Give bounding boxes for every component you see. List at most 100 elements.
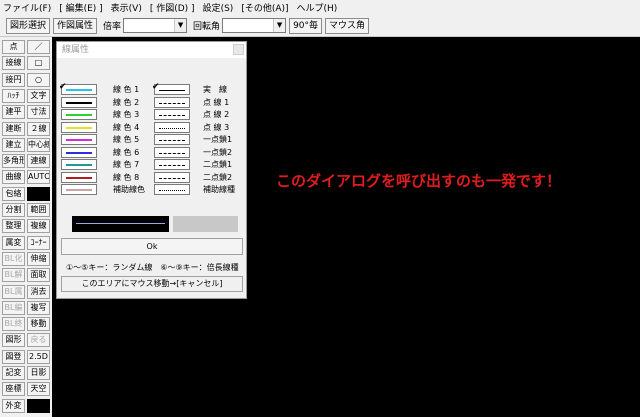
- line-color-label: 線 色 8: [113, 172, 140, 182]
- line-type-swatch[interactable]: [154, 109, 190, 120]
- tool-button[interactable]: 建断: [2, 121, 25, 136]
- line-type-label: 補助線種: [203, 185, 235, 194]
- tool-button[interactable]: 建立: [2, 137, 25, 152]
- tool-button[interactable]: 連線: [27, 154, 50, 169]
- tool-button[interactable]: 文字: [27, 88, 50, 103]
- tool-button[interactable]: [27, 398, 50, 413]
- tool-button[interactable]: 多角形: [2, 154, 25, 169]
- tool-button[interactable]: 図登: [2, 349, 25, 364]
- tool-button[interactable]: ○: [27, 72, 50, 87]
- line-sample: [159, 152, 185, 154]
- line-color-swatch[interactable]: [61, 121, 97, 133]
- tool-button[interactable]: 接円: [2, 72, 25, 87]
- line-type-swatch[interactable]: [154, 146, 190, 158]
- tool-button[interactable]: 整理: [2, 219, 25, 234]
- draw-attribute-button[interactable]: 作図属性: [53, 17, 98, 34]
- tool-button[interactable]: 伸縮: [27, 251, 50, 266]
- tool-button[interactable]: 点: [2, 40, 25, 54]
- menu-file[interactable]: ファイル(F): [3, 1, 51, 14]
- line-type-swatch[interactable]: [154, 171, 190, 183]
- line-color-swatch[interactable]: [61, 109, 97, 120]
- line-color-swatch[interactable]: [61, 184, 97, 195]
- menu-settings[interactable]: 設定(S): [203, 1, 234, 14]
- line-preview-aux: [173, 216, 238, 232]
- tool-button[interactable]: 天空: [27, 382, 50, 397]
- menu-view[interactable]: 表示(V): [111, 1, 142, 14]
- scale-select[interactable]: ▼: [123, 18, 188, 33]
- line-type-label: 一点鎖1: [203, 135, 233, 144]
- line-color-swatch[interactable]: ✔: [59, 82, 97, 95]
- attribute-row: 線 色 2 点 線 1: [57, 96, 248, 108]
- tool-button[interactable]: 接線: [2, 56, 25, 71]
- line-color-swatch[interactable]: [61, 171, 97, 183]
- tool-button[interactable]: 消去: [27, 284, 50, 299]
- tool-button[interactable]: BL解: [2, 268, 25, 283]
- tool-button[interactable]: 中心線: [27, 137, 50, 152]
- menu-edit[interactable]: [ 編集(E) ]: [59, 1, 102, 14]
- tool-button[interactable]: ﾊｯﾁ: [2, 88, 25, 103]
- line-type-swatch[interactable]: ✔: [152, 82, 190, 95]
- tool-button[interactable]: 複線: [27, 219, 50, 234]
- left-tool-panel: 点／接線 □ 接円 ○ ﾊｯﾁ 文字 建平 寸法 建断 ２線 建立 中心線 多角形 連線 曲線 AUTO 包絡分…: [0, 37, 52, 417]
- line-type-label: 点 線 2: [203, 110, 230, 119]
- menu-draw[interactable]: [ 作図(D) ]: [150, 1, 195, 14]
- tool-button[interactable]: 外変: [2, 398, 25, 413]
- tool-button[interactable]: 曲線: [2, 170, 25, 185]
- tool-button[interactable]: 図形: [2, 333, 25, 348]
- mouse-angle-button[interactable]: マウス角: [325, 17, 370, 34]
- line-color-label: 線 色 2: [113, 97, 140, 107]
- rotation-label: 回転角: [193, 22, 221, 32]
- tool-button[interactable]: 日影: [27, 366, 50, 380]
- tool-button[interactable]: AUTO: [27, 170, 50, 185]
- line-sample: [159, 127, 185, 129]
- tool-button[interactable]: BL終: [2, 317, 25, 332]
- menu-help[interactable]: ヘルプ(H): [297, 1, 338, 14]
- rotation-select[interactable]: ▼: [222, 18, 287, 33]
- line-type-swatch[interactable]: [154, 184, 190, 195]
- tool-button[interactable]: 寸法: [27, 105, 50, 120]
- tool-button[interactable]: 2.5D: [27, 349, 50, 364]
- line-type-swatch[interactable]: [154, 159, 190, 170]
- tool-button[interactable]: 属変: [2, 235, 25, 250]
- tool-button[interactable]: 座標: [2, 382, 25, 397]
- tool-button[interactable]: □: [27, 56, 50, 71]
- tool-button[interactable]: 面取: [27, 268, 50, 283]
- tool-button[interactable]: 記変: [2, 366, 25, 380]
- tool-button[interactable]: BL属: [2, 284, 25, 299]
- tool-button[interactable]: 複写: [27, 300, 50, 315]
- color-bar: [66, 164, 92, 166]
- shape-select-button[interactable]: 図形選択: [6, 17, 51, 34]
- rotate-90-button[interactable]: 90°毎: [289, 17, 323, 34]
- tool-button[interactable]: 移動: [27, 317, 50, 332]
- tool-button[interactable]: 分割: [2, 203, 25, 217]
- cancel-area[interactable]: このエリアにマウス移動→[キャンセル]: [61, 276, 243, 292]
- line-sample: [159, 165, 185, 166]
- line-color-label: 線 色 4: [113, 122, 140, 132]
- line-color-swatch[interactable]: [61, 146, 97, 158]
- tool-button[interactable]: [27, 186, 50, 201]
- tool-button[interactable]: 建平: [2, 105, 25, 120]
- tool-button[interactable]: ｺｰﾅｰ: [27, 235, 50, 250]
- scale-label: 倍率: [103, 22, 122, 32]
- tool-button[interactable]: 範囲: [27, 203, 50, 217]
- tool-button[interactable]: BL化: [2, 251, 25, 266]
- line-type-swatch[interactable]: [154, 121, 190, 133]
- tool-button[interactable]: 戻る: [27, 333, 50, 348]
- line-type-label: 二点鎖2: [203, 172, 233, 182]
- tool-button[interactable]: ２線: [27, 121, 50, 136]
- line-color-swatch[interactable]: [61, 134, 97, 145]
- line-type-swatch[interactable]: [154, 96, 190, 108]
- ok-button[interactable]: Ok: [61, 238, 243, 255]
- line-color-swatch[interactable]: [61, 159, 97, 170]
- line-type-label: 実 線: [203, 85, 227, 94]
- line-color-swatch[interactable]: [61, 96, 97, 108]
- tool-button[interactable]: BL編: [2, 300, 25, 315]
- menu-other[interactable]: [その他(A)]: [241, 1, 288, 14]
- color-bar: [66, 151, 92, 154]
- attribute-row: 線 色 7 二点鎖1: [57, 159, 248, 170]
- attribute-row: 補助線色 補助線種: [57, 184, 248, 195]
- tool-button[interactable]: ／: [27, 40, 50, 54]
- tool-button[interactable]: 包絡: [2, 186, 25, 201]
- line-type-swatch[interactable]: [154, 134, 190, 145]
- close-icon[interactable]: [233, 44, 244, 55]
